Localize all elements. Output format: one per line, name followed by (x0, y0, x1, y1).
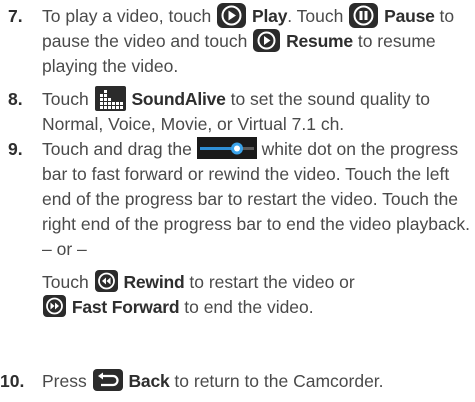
step-9: 9. Touch and drag the white dot on the p… (0, 137, 470, 320)
fast-forward-label: Fast Forward (71, 297, 180, 317)
step-text: Touch (42, 89, 89, 110)
step-text: white dot on the progress (261, 139, 459, 159)
step-number: 9. (8, 139, 23, 159)
step-text: right end of the progress bar to end the… (42, 214, 471, 234)
step-text: Press (42, 371, 87, 391)
step-7: 7. To play a video, touch Play. Touch Pa… (0, 2, 470, 79)
soundalive-label: SoundAlive (131, 89, 226, 110)
step-text: to (439, 6, 455, 27)
step-text: To play a video, touch (42, 6, 212, 27)
or-separator: – or – (42, 239, 87, 259)
step-text: . Touch (287, 6, 344, 27)
fast-forward-icon (42, 294, 67, 318)
soundalive-icon (94, 85, 127, 112)
instruction-page: 7. To play a video, touch Play. Touch Pa… (0, 0, 475, 402)
step-text: to resume (357, 31, 436, 51)
step-number: 7. (8, 6, 23, 26)
step-text: to end the video. (184, 297, 314, 317)
rewind-icon (94, 269, 119, 293)
step-text: Touch (42, 272, 89, 292)
step-text: Touch and drag the (42, 139, 192, 159)
play-label: Play (252, 6, 288, 27)
step-10: 10. Press Back to return to the Camcorde… (0, 369, 470, 394)
resume-label: Resume (286, 31, 353, 51)
play-icon (216, 2, 247, 29)
step-text: to set the sound quality to (230, 89, 431, 110)
step-8: 8. Touch SoundAlive to set the sound qua… (0, 85, 470, 137)
step-text: pause the video and touch (42, 31, 248, 51)
step-text: end of the progress bar to restart the v… (42, 189, 459, 209)
back-label: Back (128, 371, 170, 391)
step-text: to return to the Camcorder. (174, 371, 384, 391)
back-icon (92, 368, 124, 392)
pause-icon (348, 2, 379, 29)
step-text: to restart the video or (189, 272, 355, 292)
pause-label: Pause (384, 6, 435, 27)
step-text: bar to fast forward or rewind the video.… (42, 164, 450, 184)
step-number: 8. (8, 89, 23, 109)
step-text: playing the video. (42, 56, 179, 76)
progress-slider-icon (196, 137, 257, 160)
step-text: Normal, Voice, Movie, or Virtual 7.1 ch. (42, 114, 345, 134)
rewind-label: Rewind (123, 272, 185, 292)
step-number: 10. (0, 371, 25, 391)
resume-icon (252, 28, 281, 53)
